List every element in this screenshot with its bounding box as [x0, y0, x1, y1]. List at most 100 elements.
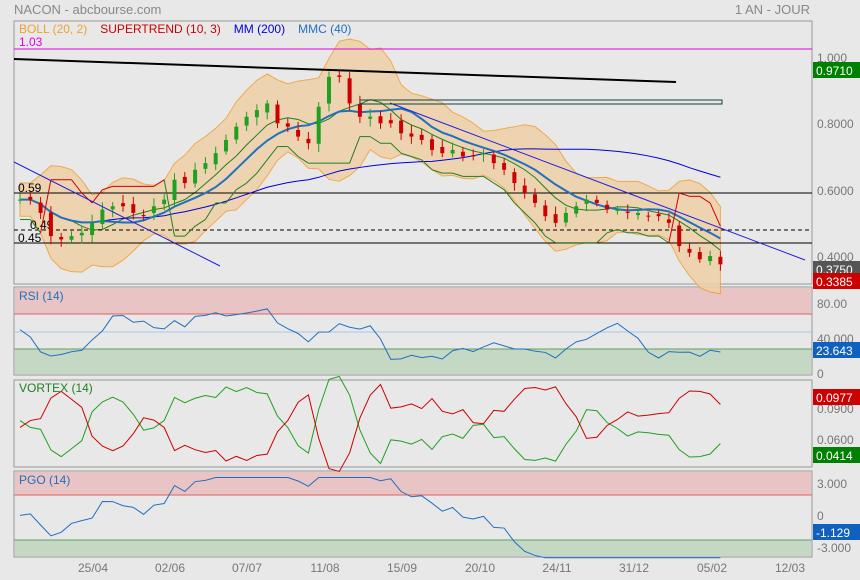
last-value-label: 0.9710: [816, 64, 853, 78]
candle-body: [388, 120, 393, 124]
pgo-tick: -3.000: [817, 541, 851, 555]
candle-body: [285, 123, 290, 127]
candle-body: [306, 138, 311, 144]
x-tick-label: 11/08: [310, 561, 339, 575]
rsi-tick: 80.00: [817, 297, 847, 311]
candle-body: [471, 155, 476, 157]
candle-body: [337, 75, 342, 77]
candle-body: [718, 256, 723, 265]
candle-body: [100, 209, 105, 224]
pgo-upper-zone: [15, 472, 811, 495]
price-tick: 0.8000: [817, 117, 854, 131]
indicator-panel: [13, 379, 813, 468]
candle-body: [141, 215, 146, 217]
candle-body: [327, 76, 331, 104]
vortex-last-red: 0.0977: [816, 391, 853, 405]
x-tick-label: 07/07: [232, 561, 262, 575]
vortex-tick: 0.0600: [817, 433, 854, 447]
x-tick-label: 02/06: [155, 561, 185, 575]
candle-body: [697, 252, 702, 260]
candle-body: [605, 204, 610, 210]
candle-body: [430, 139, 434, 150]
x-tick-label: 05/02: [697, 561, 727, 575]
candle-body: [254, 110, 259, 118]
candle-body: [594, 199, 599, 203]
level-1-03-label: 1.03: [19, 35, 43, 49]
candle-body: [553, 214, 558, 223]
rsi-overbought-zone: [15, 288, 811, 314]
chart-root: NACON - abcbourse.com 1 AN - JOUR 0.59 0.…: [0, 0, 860, 580]
candle-body: [512, 172, 517, 184]
candle-body: [481, 153, 486, 155]
level-label: 0.45: [18, 231, 42, 245]
candle-body: [28, 196, 33, 200]
rsi-last-label: 23.643: [816, 344, 853, 358]
candle-body: [378, 116, 383, 124]
candle-body: [615, 209, 620, 211]
candle-body: [656, 214, 661, 217]
x-tick-label: 31/12: [619, 561, 649, 575]
x-tick-label: 20/10: [465, 561, 495, 575]
candle-body: [38, 202, 43, 213]
rsi-title: RSI (14): [19, 289, 64, 303]
chart-title: NACON - abcbourse.com: [14, 2, 162, 17]
candle-body: [265, 103, 270, 113]
candle-body: [687, 248, 692, 253]
candle-body: [151, 206, 156, 213]
candle-body: [213, 153, 218, 165]
candle-body: [172, 179, 177, 201]
candle-body: [59, 236, 64, 240]
chart-svg: 0.590.490.451.0000.80000.60000.40000.971…: [13, 20, 860, 575]
candle-body: [409, 133, 414, 137]
candle-body: [193, 169, 198, 184]
pgo-tick: 3.000: [817, 477, 847, 491]
price-tick: 0.6000: [817, 184, 854, 198]
candle-body: [296, 129, 301, 137]
legend-mm200: MM (200): [233, 22, 286, 36]
candle-body: [48, 212, 53, 237]
candle-body: [636, 212, 640, 216]
candle-body: [316, 106, 321, 144]
candle-body: [18, 199, 22, 201]
candle-body: [502, 163, 507, 170]
candle-body: [244, 116, 249, 126]
period-label: 1 AN - JOUR: [734, 2, 810, 17]
candle-body: [368, 116, 373, 119]
candle-body: [69, 236, 74, 240]
candle-body: [646, 215, 651, 217]
candle-body: [399, 120, 404, 134]
candle-body: [121, 203, 125, 207]
candle-body: [563, 212, 568, 223]
candle-body: [203, 163, 208, 169]
vortex-title: VORTEX (14): [19, 381, 93, 395]
candle-body: [677, 225, 682, 247]
pgo-lower-zone: [15, 540, 811, 556]
candle-body: [522, 185, 527, 193]
candle-body: [224, 139, 228, 152]
candle-body: [182, 176, 187, 184]
candle-body: [450, 149, 455, 154]
x-tick-label: 12/03: [775, 561, 805, 575]
legend: BOLL (20, 2) SUPERTREND (10, 3) MM (200)…: [19, 22, 351, 36]
candle-body: [347, 78, 352, 104]
legend-boll: BOLL (20, 2): [19, 22, 88, 36]
candle-body: [419, 134, 424, 140]
pgo-title: PGO (14): [19, 473, 70, 487]
candle-body: [131, 204, 136, 213]
x-tick-label: 24/11: [542, 561, 571, 575]
candle-body: [533, 194, 537, 203]
candle-body: [162, 199, 167, 205]
rsi-tick: 0: [817, 367, 824, 381]
candle-body: [543, 205, 548, 217]
legend-supertrend: SUPERTREND (10, 3): [100, 22, 221, 36]
pgo-last-label: -1.129: [816, 526, 850, 540]
candle-body: [574, 206, 579, 214]
candle-body: [275, 104, 280, 124]
x-tick-label: 15/09: [387, 561, 417, 575]
candle-body: [625, 211, 630, 213]
last-value-label: 0.3385: [816, 275, 853, 289]
x-tick-label: 25/04: [78, 561, 108, 575]
candle-body: [90, 222, 95, 236]
candle-body: [666, 219, 671, 223]
candle-body: [234, 126, 239, 140]
